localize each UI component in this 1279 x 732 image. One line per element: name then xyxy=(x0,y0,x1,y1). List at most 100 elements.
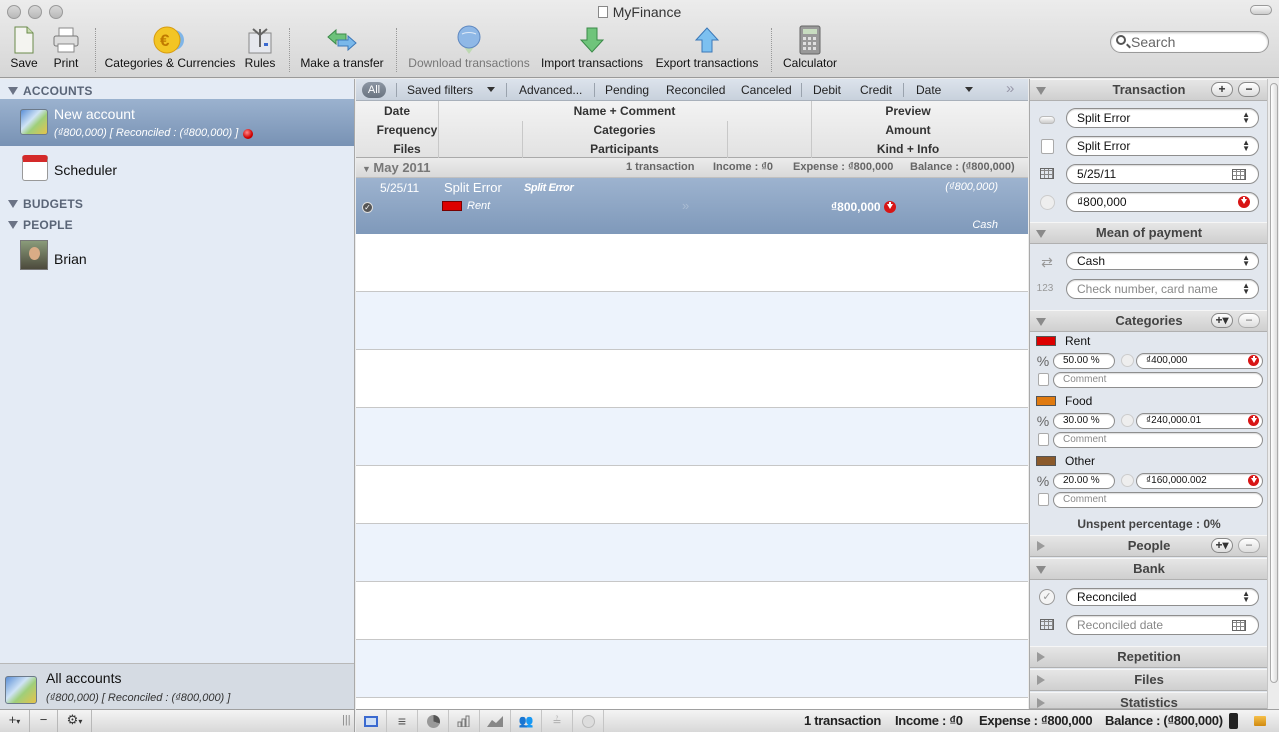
view-people-button[interactable]: 👥 xyxy=(511,710,542,732)
date-picker-icon[interactable] xyxy=(1232,620,1246,631)
updown-arrows-icon: ▲ ▼ xyxy=(1242,589,1250,604)
add-transaction-button[interactable]: + xyxy=(1211,82,1233,97)
reconciled-date-field[interactable]: Reconciled date xyxy=(1066,615,1259,635)
category-amount-field[interactable]: ₫160,000.002 xyxy=(1136,473,1263,489)
column-header-kind-info[interactable]: Kind + Info xyxy=(811,142,1005,156)
empty-row xyxy=(356,408,1028,466)
column-header-preview[interactable]: Preview xyxy=(811,104,1005,118)
categories-section-header[interactable]: Categories +▾ − xyxy=(1030,310,1268,332)
column-header-categories[interactable]: Categories xyxy=(438,123,811,137)
month-group-label: ▼ May 2011 xyxy=(362,160,431,175)
toolbar-toggle-button[interactable] xyxy=(1250,5,1272,15)
column-header-name-comment[interactable]: Name + Comment xyxy=(438,104,811,118)
filter-debit-button[interactable]: Debit xyxy=(813,83,841,97)
column-header-participants[interactable]: Participants xyxy=(438,142,811,156)
payment-section-header[interactable]: Mean of payment xyxy=(1030,222,1268,244)
empty-row xyxy=(356,350,1028,408)
transaction-amount-field[interactable]: ₫800,000 xyxy=(1066,192,1259,212)
inspector-scrollbar[interactable] xyxy=(1267,79,1279,709)
saved-filters-dropdown[interactable]: Saved filters xyxy=(407,83,496,97)
view-bar-chart-button[interactable] xyxy=(449,710,480,732)
remove-transaction-button[interactable]: − xyxy=(1238,82,1260,97)
transaction-comment-select[interactable]: Split Error ▲ ▼ xyxy=(1066,136,1259,156)
transaction-date-field[interactable]: 5/25/11 xyxy=(1066,164,1259,184)
add-category-button[interactable]: +▾ xyxy=(1211,313,1233,328)
sidebar-item-brian[interactable]: Brian xyxy=(0,237,354,275)
column-header-amount[interactable]: Amount xyxy=(811,123,1005,137)
budgets-group-header[interactable]: BUDGETS xyxy=(8,197,83,211)
transaction-name-select[interactable]: Split Error ▲ ▼ xyxy=(1066,108,1259,128)
table-row[interactable]: 5/25/11 ✓ Split Error Split Error Rent »… xyxy=(356,178,1028,234)
rules-button[interactable]: Rules xyxy=(241,24,279,74)
view-list-detail-button[interactable] xyxy=(356,710,387,732)
bank-section-header[interactable]: Bank xyxy=(1030,558,1268,580)
expense-toggle-icon[interactable] xyxy=(1248,415,1259,426)
view-area-chart-button[interactable] xyxy=(480,710,511,732)
category-percent-field[interactable]: 50.00 % xyxy=(1053,353,1115,369)
filter-pending-button[interactable]: Pending xyxy=(605,83,649,97)
category-percent-field[interactable]: 20.00 % xyxy=(1053,473,1115,489)
remove-category-button[interactable]: − xyxy=(1238,313,1260,328)
files-section-header[interactable]: Files xyxy=(1030,669,1268,691)
filter-canceled-button[interactable]: Canceled xyxy=(741,83,792,97)
scrollbar-thumb[interactable] xyxy=(1270,83,1278,683)
add-account-button[interactable]: +▾ xyxy=(0,710,30,732)
print-button[interactable]: Print xyxy=(46,24,86,74)
people-section-header[interactable]: People +▾ − xyxy=(1030,535,1268,557)
category-comment-field[interactable]: Comment xyxy=(1053,492,1263,508)
filter-reconciled-button[interactable]: Reconciled xyxy=(666,83,725,97)
transaction-section-header[interactable]: Transaction + − xyxy=(1030,79,1268,101)
bank-status-select[interactable]: Reconciled ▲ ▼ xyxy=(1066,588,1259,606)
filter-credit-button[interactable]: Credit xyxy=(860,83,892,97)
remove-person-button[interactable]: − xyxy=(1238,538,1260,553)
category-amount-field[interactable]: ₫240,000.01 xyxy=(1136,413,1263,429)
sidebar-item-scheduler[interactable]: Scheduler xyxy=(0,147,354,191)
overflow-chevron-button[interactable]: » xyxy=(1006,80,1014,97)
add-person-button[interactable]: +▾ xyxy=(1211,538,1233,553)
advanced-filter-button[interactable]: Advanced... xyxy=(519,83,582,97)
repetition-section-header[interactable]: Repetition xyxy=(1030,646,1268,668)
accounts-group-header[interactable]: ACCOUNTS xyxy=(8,84,93,98)
sidebar-bottom-bar: +▾ − ⚙▾ ||| xyxy=(0,709,355,732)
category-comment-field[interactable]: Comment xyxy=(1053,432,1263,448)
export-transactions-button[interactable]: Export transactions xyxy=(653,24,761,74)
payment-method-select[interactable]: Cash ▲ ▼ xyxy=(1066,252,1259,270)
expand-chevron-icon[interactable]: » xyxy=(682,198,689,213)
calculator-button[interactable]: Calculator xyxy=(781,24,839,74)
filter-all-button[interactable]: All xyxy=(362,82,386,98)
disclosure-triangle-icon xyxy=(1037,698,1045,708)
view-list-compact-button[interactable]: ≡ xyxy=(387,710,418,732)
category-comment-field[interactable]: Comment xyxy=(1053,372,1263,388)
column-header-date[interactable]: Date xyxy=(356,104,438,118)
lock-icon[interactable] xyxy=(1254,716,1266,726)
month-group-row[interactable]: ▼ May 2011 1 transaction Income : ₫0 Exp… xyxy=(356,158,1028,178)
reconciled-check-icon[interactable]: ✓ xyxy=(362,202,373,213)
expense-toggle-icon[interactable] xyxy=(1248,355,1259,366)
sort-dropdown[interactable]: Date xyxy=(916,83,974,97)
resize-handle-icon[interactable]: ||| xyxy=(342,714,351,726)
sidebar-item-all-accounts[interactable]: All accounts (₫800,000) [ Reconciled : (… xyxy=(0,663,354,709)
search-input[interactable]: Search xyxy=(1110,31,1269,53)
download-transactions-button[interactable]: Download transactions xyxy=(406,24,532,74)
save-button[interactable]: Save xyxy=(6,24,42,74)
people-group-header[interactable]: PEOPLE xyxy=(8,218,73,232)
expense-toggle-icon[interactable] xyxy=(1238,196,1250,208)
sidebar-item-new-account[interactable]: New account (₫800,000) [ Reconciled : (₫… xyxy=(0,99,354,146)
app-window: MyFinance Save Print € Categories & Curr… xyxy=(0,0,1279,732)
date-picker-icon[interactable] xyxy=(1232,169,1246,180)
expense-toggle-icon[interactable] xyxy=(1248,475,1259,486)
import-transactions-button[interactable]: Import transactions xyxy=(538,24,646,74)
settings-gear-button[interactable]: ⚙▾ xyxy=(58,710,92,732)
check-number-field[interactable]: Check number, card name ▲ ▼ xyxy=(1066,279,1259,299)
make-transfer-button[interactable]: Make a transfer xyxy=(298,24,386,74)
categories-currencies-button[interactable]: € Categories & Currencies xyxy=(104,24,236,74)
view-pie-chart-button[interactable] xyxy=(418,710,449,732)
category-percent-field[interactable]: 30.00 % xyxy=(1053,413,1115,429)
view-budget-button[interactable]: ≟ xyxy=(542,710,573,732)
disclosure-triangle-icon xyxy=(1037,541,1045,551)
category-amount-field[interactable]: ₫400,000 xyxy=(1136,353,1263,369)
iphone-sync-icon[interactable] xyxy=(1229,713,1238,729)
remove-account-button[interactable]: − xyxy=(30,710,58,732)
view-globe-button[interactable] xyxy=(573,710,604,732)
statistics-section-header[interactable]: Statistics xyxy=(1030,692,1268,710)
